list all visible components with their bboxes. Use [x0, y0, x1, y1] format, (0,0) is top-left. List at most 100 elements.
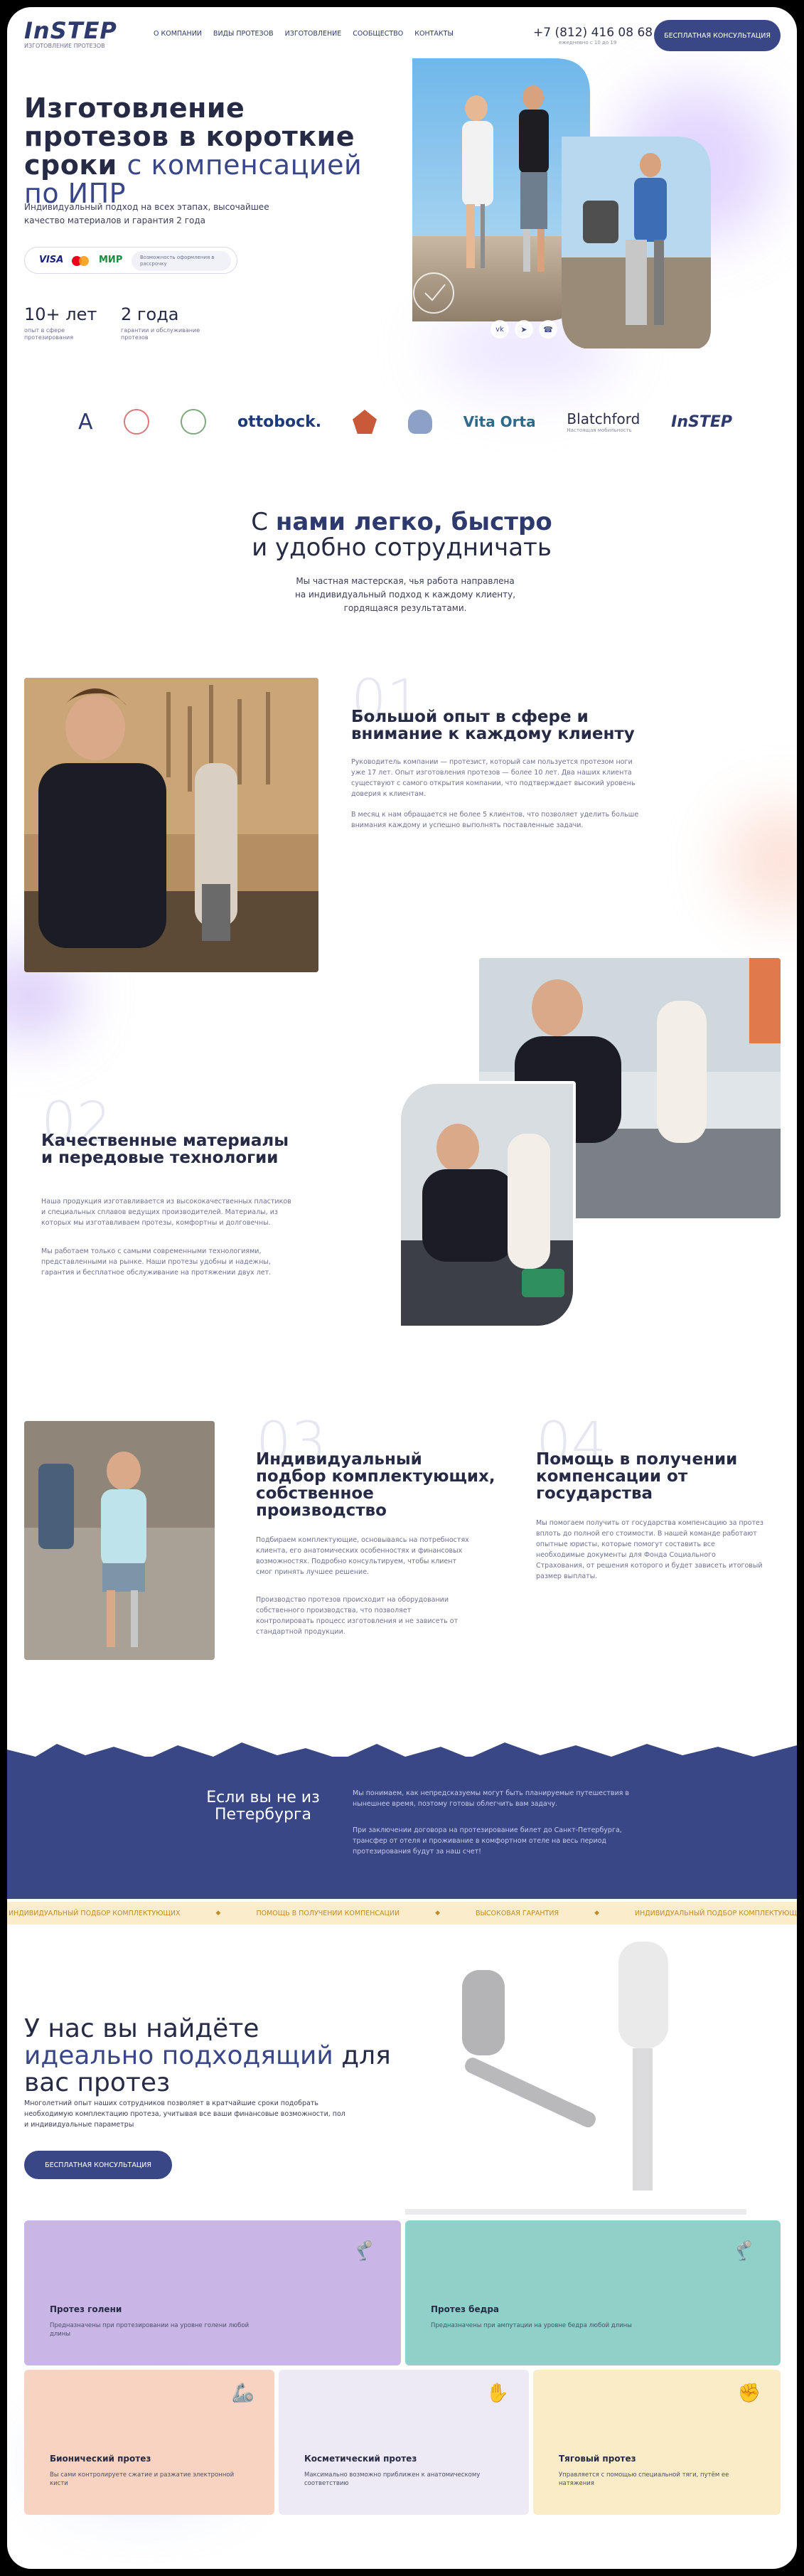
- ticker-dot-icon: ◆: [594, 1910, 599, 1917]
- ticker-strip: ИНДИВИДУАЛЬНЫЙ ПОДБОР КОМПЛЕКТУЮЩИХ ◆ ПОМ…: [7, 1902, 797, 1925]
- product-card-desc: Предназначены при протезировании на уров…: [50, 2322, 250, 2338]
- feature-text: Подбираем комплектующие, основываясь на …: [256, 1536, 469, 1576]
- ticker-item: ИНДИВИДУАЛЬНЫЙ ПОДБОР КОМПЛЕКТУЮЩИХ: [634, 1909, 797, 1917]
- product-card-title: Протез бедра: [431, 2304, 500, 2314]
- leg-prosthesis-icon: 🦿: [731, 2240, 755, 2262]
- partner-logo-instep: InSTEP: [671, 413, 732, 431]
- partner-eagle-icon: [353, 410, 377, 434]
- product-card-title: Бионический протез: [50, 2454, 151, 2464]
- installment-note: Возможность оформления в рассрочку: [132, 251, 231, 271]
- region-band: Если вы не из Петербурга Мы понимаем, ка…: [7, 1757, 797, 1899]
- product-card-thigh[interactable]: 🦿 Протез бедра Предназначены при ампутац…: [405, 2220, 781, 2365]
- partner-emblem-icon: [181, 409, 207, 435]
- phone-hours: ежедневно с 10 до 19: [559, 40, 617, 46]
- product-card-bionic[interactable]: 🦾 Бионический протез Вы сами контролируе…: [24, 2370, 274, 2515]
- bg-glow: [725, 804, 797, 917]
- partner-logos: A ottobock. Vita Orta Blatchford Настоящ…: [78, 404, 732, 440]
- social-links: vk ➤ ☎: [491, 320, 557, 339]
- ticker-dot-icon: ◆: [435, 1910, 441, 1917]
- logo-subtitle: ИЗГОТОВЛЕНИЕ ПРОТЕЗОВ: [24, 43, 105, 49]
- product-card-traction[interactable]: ✊ Тяговый протез Управляется с помощью с…: [533, 2370, 781, 2515]
- bionic-hand-icon: 🦾: [231, 2383, 254, 2404]
- stat-warranty: 2 года гарантии и обслуживание протезов: [121, 304, 206, 341]
- product-card-desc: Управляется с помощью специальной тяги, …: [559, 2471, 729, 2487]
- nav-item-community[interactable]: СООБЩЕСТВО: [353, 30, 403, 38]
- hero-subtitle: Индивидуальный подход на всех этапах, вы…: [24, 202, 269, 225]
- region-title: Если вы не из Петербурга: [206, 1789, 320, 1824]
- leg-prosthesis-icon: 🦿: [352, 2240, 375, 2262]
- feature-text: Мы работаем только с самыми современными…: [41, 1247, 272, 1277]
- stat-caption: гарантии и обслуживание протезов: [121, 327, 200, 341]
- products-title: У нас вы найдёте идеально подходящий для…: [24, 2016, 394, 2097]
- product-card-desc: Вы сами контролируете сжатие и разжатие …: [50, 2471, 235, 2487]
- telegram-icon[interactable]: ➤: [515, 320, 533, 339]
- products-title-part: У нас вы найдёте: [24, 2014, 259, 2043]
- main-nav: О КОМПАНИИ ВИДЫ ПРОТЕЗОВ ИЗГОТОВЛЕНИЕ СО…: [154, 30, 454, 38]
- blatchford-name: Blatchford: [567, 410, 640, 427]
- stat-value: 2 года: [121, 304, 179, 324]
- nav-item-types[interactable]: ВИДЫ ПРОТЕЗОВ: [213, 30, 274, 38]
- products-title-accent: идеально подходящий: [24, 2041, 333, 2070]
- ticker-item: ИНДИВИДУАЛЬНЫЙ ПОДБОР КОМПЛЕКТУЮЩИХ: [9, 1909, 181, 1917]
- feature-text: В месяц к нам обращается не более 5 клие…: [351, 811, 639, 829]
- product-card-title: Протез голени: [50, 2304, 122, 2314]
- product-card-title: Косметический протез: [304, 2454, 417, 2464]
- stat-caption: опыт в сфере протезирования: [24, 327, 74, 341]
- feature-text: Руководитель компании — протезист, котор…: [351, 758, 636, 798]
- cosmetic-arm-icon: ✋: [486, 2383, 509, 2404]
- prosthesis-background-illustration: [405, 1942, 746, 2215]
- feature-title: Помощь в получении компенсации от госуда…: [536, 1450, 738, 1503]
- logo[interactable]: InSTEP ИЗГОТОВЛЕНИЕ ПРОТЕЗОВ: [24, 17, 117, 49]
- workshop-photo: [398, 1081, 576, 1329]
- stat-value: 10+ лет: [24, 304, 97, 324]
- products-text: Многолетний опыт наших сотрудников позво…: [24, 2099, 345, 2129]
- nav-item-manufacturing[interactable]: ИЗГОТОВЛЕНИЕ: [285, 30, 342, 38]
- mastercard-icon: [72, 256, 90, 266]
- hand-icon: ✊: [737, 2383, 761, 2404]
- ticker-item: ПОМОЩЬ В ПОЛУЧЕНИИ КОМПЕНСАЦИИ: [256, 1909, 400, 1917]
- nav-item-about[interactable]: О КОМПАНИИ: [154, 30, 202, 38]
- feature-text: Производство протезов происходит на обор…: [256, 1596, 459, 1636]
- about-text: Мы частная мастерская, чья работа направ…: [294, 576, 516, 613]
- about-title-part: С: [251, 508, 276, 536]
- partner-logo-ottobock: ottobock.: [237, 413, 322, 431]
- payment-methods: VISA МИР Возможность оформления в рассро…: [24, 247, 237, 274]
- partner-logo-vita-orta: Vita Orta: [463, 413, 536, 430]
- workshop-photo: [24, 678, 318, 972]
- phone-number[interactable]: +7 (812) 416 08 68: [533, 26, 653, 40]
- feature-title: Большой опыт в сфере и внимание к каждом…: [351, 708, 635, 743]
- partner-emblem-icon: [124, 409, 150, 435]
- page: InSTEP ИЗГОТОВЛЕНИЕ ПРОТЕЗОВ О КОМПАНИИ …: [7, 7, 797, 2569]
- nav-item-contacts[interactable]: КОНТАКТЫ: [414, 30, 454, 38]
- about-title-bold: нами легко, быстро: [275, 508, 552, 536]
- hero-title: Изготовление протезов в короткие сроки с…: [24, 94, 365, 208]
- partner-emblem-icon: [407, 410, 432, 434]
- partner-logo-a: A: [78, 409, 93, 435]
- about-title-part: и удобно сотрудничать: [252, 533, 552, 562]
- stat-experience: 10+ лет опыт в сфере протезирования: [24, 304, 102, 341]
- feature-text: Наша продукция изготавливается из высоко…: [41, 1198, 291, 1227]
- mir-logo: МИР: [99, 255, 123, 265]
- ticker-dot-icon: ◆: [215, 1910, 221, 1917]
- blatchford-tagline: Настоящая мобильность: [567, 427, 632, 433]
- partner-logo-blatchford: Blatchford Настоящая мобильность: [567, 410, 640, 433]
- feature-text: Мы помогаем получить от государства комп…: [536, 1519, 763, 1580]
- product-card-cosmetic[interactable]: ✋ Косметический протез Максимально возмо…: [279, 2370, 529, 2515]
- logo-text: InSTEP: [24, 17, 117, 44]
- ticker-item: ВЫСОКОВАЯ ГАРАНТИЯ: [476, 1909, 559, 1917]
- product-card-shin[interactable]: 🦿 Протез голени Предназначены при протез…: [24, 2220, 401, 2365]
- about-title: С нами легко, быстро и удобно сотруднича…: [242, 509, 562, 560]
- hero-photo: [412, 58, 711, 350]
- whatsapp-icon[interactable]: ☎: [539, 320, 557, 339]
- feature-title: Индивидуальный подбор комплектующих, соб…: [256, 1450, 495, 1520]
- visa-logo: VISA: [39, 255, 64, 265]
- product-card-title: Тяговый протез: [559, 2454, 636, 2464]
- region-text: Мы понимаем, как непредсказуемы могут бы…: [353, 1789, 629, 1808]
- consultation-button[interactable]: БЕСПЛАТНАЯ КОНСУЛЬТАЦИЯ: [654, 20, 781, 51]
- client-photo: [24, 1421, 215, 1660]
- product-card-desc: Максимально возможно приближен к анатоми…: [304, 2471, 481, 2487]
- product-card-desc: Предназначены при ампутации на уровне бе…: [431, 2322, 632, 2329]
- consultation-button[interactable]: БЕСПЛАТНАЯ КОНСУЛЬТАЦИЯ: [24, 2151, 172, 2179]
- feature-title: Качественные материалы и передовые техно…: [41, 1132, 289, 1167]
- vk-icon[interactable]: vk: [491, 320, 509, 339]
